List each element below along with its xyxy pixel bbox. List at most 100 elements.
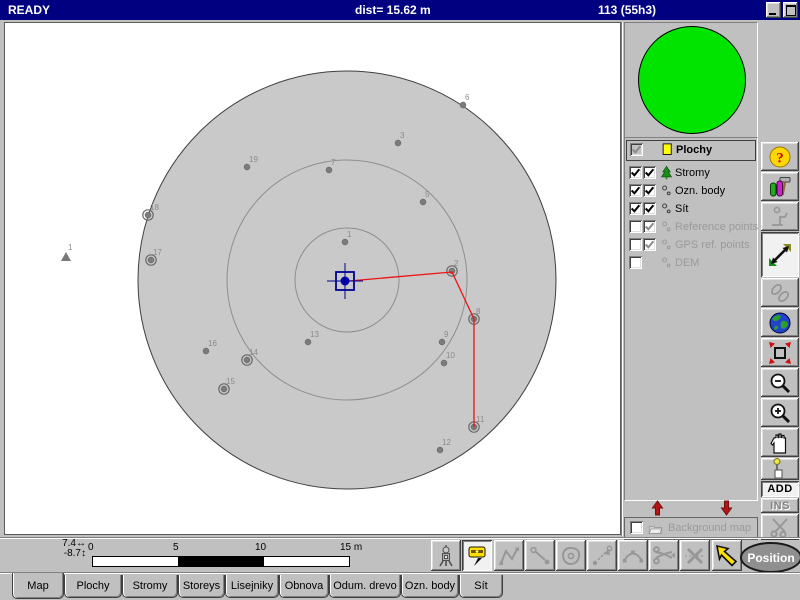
globe-icon [768,311,792,335]
layer-label: DEM [675,257,699,269]
svg-text:6: 6 [465,93,470,102]
zoom-in-button[interactable] [761,398,799,427]
polyline-icon [497,544,521,568]
help-button[interactable]: ? [761,142,799,171]
layer-active-checkbox[interactable] [643,220,656,233]
polygon-icon [559,544,583,568]
plot-status-circle [638,26,746,134]
map-canvas[interactable]: 11235678910111213141516171819 [4,22,621,535]
maximize-button[interactable] [783,2,798,18]
rangefinder-button[interactable] [462,540,492,571]
tab-storeys[interactable]: Storeys [178,575,225,598]
tab-label: Obnova [285,580,324,592]
layer-active-checkbox[interactable] [643,184,656,197]
layer-label: Stromy [675,167,710,179]
total-station-button[interactable] [431,540,461,571]
tab-map[interactable]: Map [12,573,64,599]
tools-button[interactable] [761,172,799,201]
layer-label: Sít [675,203,688,215]
tab-plochy[interactable]: Plochy [64,575,122,598]
layer-active-checkbox[interactable] [643,202,656,215]
coordinate-readout: 7.4↔ -8.7↕ [28,539,86,559]
layer-visible-checkbox[interactable] [630,143,643,156]
help-icon: ? [768,145,792,169]
svg-text:18: 18 [150,203,159,212]
plot-icon [660,142,675,157]
scale-tick-10: 10 [255,542,266,553]
pointer-button[interactable] [712,540,742,571]
layer-visible-checkbox[interactable] [629,238,642,251]
tab-label: Stromy [133,580,168,592]
survey-mode-button[interactable] [761,202,799,231]
plot-status-panel [624,22,758,139]
tab-label: Sít [474,580,487,592]
insert-mode-button[interactable]: INS [761,498,799,513]
background-map-checkbox[interactable] [630,521,643,534]
layer-label: GPS ref. points [675,239,750,251]
draw-polygon-button[interactable] [556,540,586,571]
place-marker-button[interactable] [761,458,799,480]
layer-visible-checkbox[interactable] [629,202,642,215]
vertical-divider [621,22,623,536]
world-view-button[interactable] [761,308,799,337]
layer-row-stromy: Stromy [626,164,754,181]
svg-text:9: 9 [444,330,449,339]
tab-stromy[interactable]: Stromy [122,575,178,598]
move-point-button[interactable] [587,540,617,571]
layer-list: PlochyStromyOzn. bodySítReference points… [624,137,758,501]
position-button[interactable]: Position [740,542,800,573]
tab-obnova[interactable]: Obnova [279,575,329,598]
link-button[interactable] [761,278,799,307]
layer-visible-checkbox[interactable] [629,166,642,179]
measure-distance-button[interactable] [761,232,799,277]
zoom-in-icon [768,401,792,425]
layer-visible-checkbox[interactable] [629,184,642,197]
scissors2-icon [652,544,676,568]
scale-tick-5: 5 [173,542,179,553]
scissors-icon [768,515,792,539]
layer-active-checkbox[interactable] [643,238,656,251]
zoom-extent-button[interactable] [761,338,799,367]
scale-bar-segment [93,557,178,566]
svg-text:16: 16 [208,339,217,348]
plot-id: 113 (55h3) [598,3,656,17]
maximize-icon [786,5,796,16]
layer-label: Plochy [676,144,712,156]
svg-text:17: 17 [153,248,162,257]
svg-text:10: 10 [446,351,455,360]
svg-text:7: 7 [331,158,336,167]
zoom-out-button[interactable] [761,368,799,397]
svg-text:8: 8 [476,307,481,316]
tab-strip-edge [0,572,800,574]
svg-text:2: 2 [454,259,459,268]
layer-visible-checkbox[interactable] [629,256,642,269]
nw-arrow-icon [715,544,739,568]
minimize-button[interactable] [766,2,781,18]
draw-polyline-button[interactable] [494,540,524,571]
draw-segment-button[interactable] [525,540,555,571]
delete-feature-button[interactable] [680,540,710,571]
layer-active-checkbox[interactable] [643,166,656,179]
station-icon [434,544,458,568]
svg-text:3: 3 [400,131,405,140]
add-mode-button[interactable]: ADD [761,481,799,497]
position-button-label: Position [747,551,794,565]
cut-feature-button[interactable] [649,540,679,571]
tab-lisejniky[interactable]: Lisejniky [225,575,279,598]
draw-arc-button[interactable] [618,540,648,571]
layer-visible-checkbox[interactable] [629,220,642,233]
tab-odum-drevo[interactable]: Odum. drevo [329,575,401,598]
reference-point-marker: 1 [61,243,73,261]
point-move-icon [590,544,614,568]
tab-s-t[interactable]: Sít [459,575,503,598]
status-text: READY [8,3,50,17]
tree-point[interactable]: 6 [460,93,470,108]
titlebar: READY dist= 15.62 m 113 (55h3) [0,0,800,20]
points-icon [659,237,674,252]
scale-bar-segment [178,557,263,566]
pan-button[interactable] [761,428,799,457]
tab-label: Map [27,580,48,592]
background-map-label: Background map [668,522,751,534]
tab-label: Plochy [76,580,109,592]
tab-ozn-body[interactable]: Ozn. body [401,575,459,598]
